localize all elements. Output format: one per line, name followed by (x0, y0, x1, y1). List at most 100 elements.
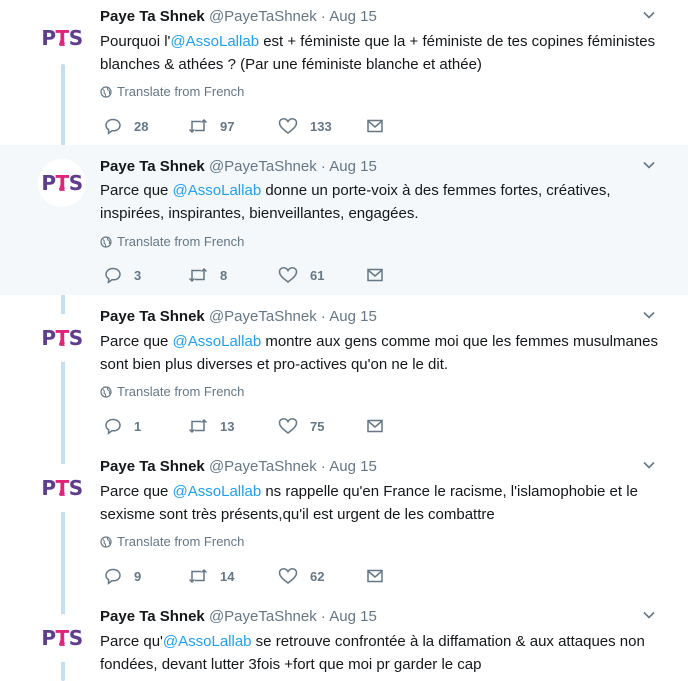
reply-button[interactable]: 1 (104, 417, 141, 435)
translate-link[interactable]: Translate from French (100, 84, 244, 99)
logo-letter-p: P (41, 171, 56, 195)
retweet-icon (188, 568, 208, 584)
tweet-header: Paye Ta Shnek @PayeTaShnek · Aug 15 (100, 608, 377, 625)
tweet-date[interactable]: Aug 15 (329, 608, 377, 625)
user-handle[interactable]: @PayeTaShnek (209, 158, 317, 175)
tweet-actions: 1 13 75 (104, 417, 404, 435)
display-name[interactable]: Paye Ta Shnek (100, 308, 205, 325)
envelope-icon (367, 119, 383, 133)
logo-ampersand: & (58, 184, 66, 193)
user-handle[interactable]: @PayeTaShnek (209, 8, 317, 25)
logo-letter-s: S (68, 171, 83, 195)
avatar[interactable]: P T & S (38, 614, 86, 662)
like-button[interactable]: 75 (278, 417, 324, 435)
retweet-count: 8 (220, 267, 228, 283)
retweet-count: 97 (220, 118, 235, 134)
heart-icon (278, 118, 298, 134)
display-name[interactable]: Paye Ta Shnek (100, 158, 205, 175)
reply-button[interactable]: 9 (104, 567, 141, 585)
pts-logo: P T & S (41, 476, 83, 500)
like-button[interactable]: 62 (278, 567, 324, 585)
like-button[interactable]: 61 (278, 266, 324, 284)
chevron-down-icon[interactable] (642, 158, 656, 172)
tweet-text: Parce que @AssoLallab ns rappelle qu'en … (100, 480, 670, 526)
like-count: 75 (310, 418, 325, 434)
translate-label: Translate from French (117, 384, 245, 399)
retweet-button[interactable]: 14 (188, 567, 234, 585)
mention-link[interactable]: @AssoLallab (163, 633, 252, 650)
mention-link[interactable]: @AssoLallab (170, 33, 259, 50)
pts-logo: P T & S (41, 626, 83, 650)
tweet-date[interactable]: Aug 15 (329, 8, 377, 25)
user-handle[interactable]: @PayeTaShnek (209, 308, 317, 325)
avatar[interactable]: P T & S (38, 314, 86, 362)
like-count: 61 (310, 267, 325, 283)
tweet-date[interactable]: Aug 15 (329, 458, 377, 475)
tweet-text: Parce qu'@AssoLallab se retrouve confron… (100, 630, 670, 676)
globe-icon (100, 85, 112, 98)
separator-dot: · (320, 458, 326, 475)
retweet-icon (188, 118, 208, 134)
reply-button[interactable]: 28 (104, 117, 148, 135)
envelope-icon (367, 569, 383, 583)
like-button[interactable]: 133 (278, 117, 332, 135)
display-name[interactable]: Paye Ta Shnek (100, 608, 205, 625)
translate-label: Translate from French (117, 84, 245, 99)
message-button[interactable] (366, 117, 384, 135)
tweet-text-part: Pourquoi l' (100, 33, 171, 50)
display-name[interactable]: Paye Ta Shnek (100, 458, 205, 475)
chevron-down-icon[interactable] (642, 458, 656, 472)
avatar[interactable]: P T & S (38, 159, 86, 207)
reply-count: 3 (134, 267, 142, 283)
retweet-count: 13 (220, 418, 235, 434)
mention-link[interactable]: @AssoLallab (173, 333, 262, 350)
tweet-text-part: Parce que (100, 483, 173, 500)
chevron-down-icon[interactable] (642, 608, 656, 622)
separator-dot: · (320, 158, 326, 175)
like-count: 133 (310, 118, 332, 134)
tweet-date[interactable]: Aug 15 (329, 308, 377, 325)
tweet[interactable]: P T & S Paye Ta Shnek @PayeTaShnek · Aug … (0, 145, 688, 295)
chevron-down-icon[interactable] (642, 308, 656, 322)
logo-letter-p: P (41, 626, 56, 650)
retweet-button[interactable]: 97 (188, 117, 234, 135)
message-button[interactable] (366, 417, 384, 435)
logo-ampersand: & (58, 639, 66, 648)
tweet-header: Paye Ta Shnek @PayeTaShnek · Aug 15 (100, 158, 377, 175)
retweet-count: 14 (220, 568, 235, 584)
tweet[interactable]: P T & S Paye Ta Shnek @PayeTaShnek · Aug … (0, 300, 688, 450)
mention-link[interactable]: @AssoLallab (173, 483, 262, 500)
display-name[interactable]: Paye Ta Shnek (100, 8, 205, 25)
mention-link[interactable]: @AssoLallab (173, 182, 262, 199)
avatar[interactable]: P T & S (38, 464, 86, 512)
tweet-date[interactable]: Aug 15 (329, 158, 377, 175)
reply-icon (105, 418, 121, 435)
envelope-icon (367, 268, 383, 282)
logo-letter-p: P (41, 26, 56, 50)
tweet[interactable]: P T & S Paye Ta Shnek @PayeTaShnek · Aug … (0, 0, 688, 150)
tweet-text-part: Parce que (100, 333, 173, 350)
tweet[interactable]: P T & S Paye Ta Shnek @PayeTaShnek · Aug … (0, 450, 688, 600)
user-handle[interactable]: @PayeTaShnek (209, 608, 317, 625)
logo-letter-s: S (68, 626, 83, 650)
tweet-header: Paye Ta Shnek @PayeTaShnek · Aug 15 (100, 458, 377, 475)
reply-count: 9 (134, 568, 142, 584)
tweet-actions: 3 8 61 (104, 266, 404, 284)
pts-logo: P T & S (41, 26, 83, 50)
pts-logo: P T & S (41, 326, 83, 350)
translate-link[interactable]: Translate from French (100, 384, 244, 399)
message-button[interactable] (366, 266, 384, 284)
translate-link[interactable]: Translate from French (100, 534, 244, 549)
tweet-actions: 28 97 133 (104, 117, 404, 135)
retweet-button[interactable]: 8 (188, 266, 227, 284)
chevron-down-icon[interactable] (642, 8, 656, 22)
envelope-icon (367, 419, 383, 433)
user-handle[interactable]: @PayeTaShnek (209, 458, 317, 475)
reply-button[interactable]: 3 (104, 266, 141, 284)
translate-link[interactable]: Translate from French (100, 234, 244, 249)
tweet[interactable]: P T & S Paye Ta Shnek @PayeTaShnek · Aug … (0, 600, 688, 681)
message-button[interactable] (366, 567, 384, 585)
globe-icon (100, 235, 112, 248)
avatar[interactable]: P T & S (38, 14, 86, 62)
retweet-button[interactable]: 13 (188, 417, 234, 435)
